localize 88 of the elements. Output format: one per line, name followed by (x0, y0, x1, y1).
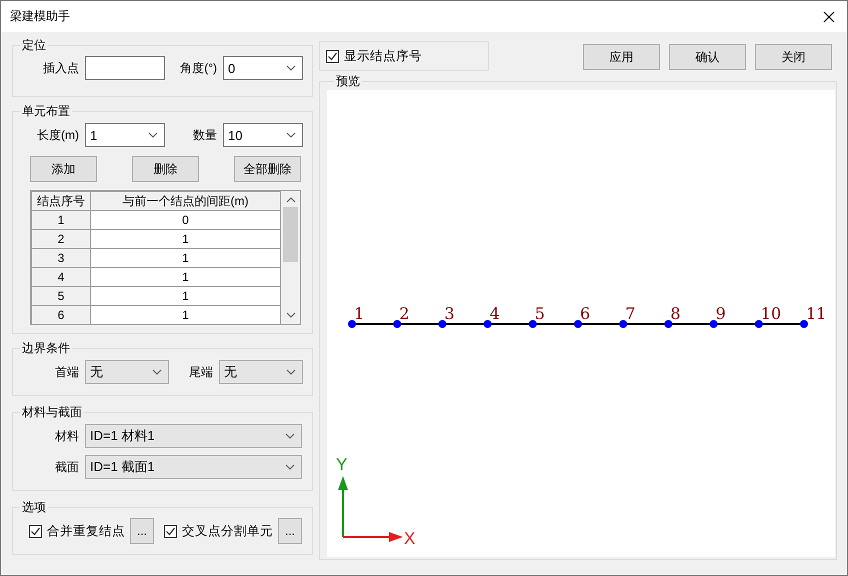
node-point (528, 320, 537, 328)
group-title: 选项 (21, 500, 47, 514)
scroll-down-icon[interactable] (286, 312, 296, 318)
field-label: 材料 (54, 428, 80, 444)
field-label: 首端 (54, 364, 80, 380)
chevron-icon (285, 433, 295, 439)
material-dropdown[interactable]: ID=1 材料1 (85, 424, 302, 448)
insert-point-field[interactable] (85, 56, 165, 80)
length-dropdown[interactable]: 1 (85, 123, 165, 147)
checkbox[interactable] (326, 50, 339, 62)
row-header: 4 (32, 268, 90, 286)
x-axis-label: X (404, 529, 416, 548)
start-dropdown[interactable]: 无 (85, 360, 169, 384)
row-header: 1 (32, 210, 90, 230)
node-number: 9 (716, 304, 726, 323)
node-point (484, 320, 492, 328)
dialog-button[interactable]: 应用 (583, 44, 660, 70)
node-point (393, 320, 402, 328)
node-point (664, 320, 672, 328)
node-point (754, 320, 763, 328)
close-icon[interactable] (823, 10, 835, 22)
node-number: 1 (354, 304, 364, 323)
field-label: 尾端 (188, 364, 214, 380)
chevron-icon (286, 369, 296, 375)
row-header: 6 (32, 306, 90, 324)
field-label: 截面 (54, 458, 80, 476)
node-number: 2 (399, 304, 410, 323)
action-button[interactable]: 删除 (132, 156, 199, 182)
node-point (800, 320, 808, 328)
table-cell: 1 (90, 306, 280, 324)
node-number: 6 (580, 304, 590, 323)
node-point (348, 320, 356, 328)
chevron-icon (285, 464, 295, 470)
angle-dropdown[interactable]: 0 (223, 56, 303, 80)
checkbox[interactable] (29, 524, 42, 538)
checkbox-label: 交叉点分割单元 (182, 522, 273, 540)
chevron-icon (286, 65, 296, 71)
more-button[interactable]: ... (278, 518, 302, 544)
checkbox-label: 合并重复结点 (47, 522, 125, 540)
field-label: 角度(°) (179, 60, 218, 76)
table-cell: 1 (90, 248, 280, 268)
scrollbar[interactable] (281, 191, 300, 324)
table-cell: 1 (90, 268, 280, 286)
row-header: 2 (32, 230, 90, 248)
checkbox[interactable] (164, 524, 177, 538)
field-label: 插入点 (42, 60, 80, 76)
action-button[interactable]: 全部删除 (234, 156, 301, 182)
node-number: 10 (760, 304, 782, 323)
row-header: 3 (32, 248, 90, 268)
chevron-icon (152, 369, 162, 375)
group-title: 材料与截面 (21, 405, 83, 419)
table-cell: 0 (90, 210, 280, 230)
checkbox-label: 显示结点序号 (344, 48, 422, 64)
node-number: 11 (806, 304, 826, 323)
column-header: 与前一个结点的间距(m) (90, 192, 280, 210)
more-button[interactable]: ... (130, 518, 154, 544)
node-point (710, 320, 718, 328)
field-label: 数量 (192, 126, 218, 144)
count-dropdown[interactable]: 10 (223, 123, 303, 147)
group-title: 预览 (335, 74, 361, 88)
x-axis-arrow (343, 532, 403, 542)
chevron-icon (286, 132, 296, 138)
dialog-button[interactable]: 确认 (669, 44, 746, 70)
table-cell: 1 (90, 230, 280, 248)
y-axis-arrow (338, 476, 348, 537)
dialog-button[interactable]: 关闭 (755, 44, 832, 70)
column-header: 结点序号 (32, 192, 90, 210)
row-header: 5 (32, 286, 90, 306)
node-point (619, 320, 628, 328)
node-point (574, 320, 582, 328)
node-number: 7 (625, 304, 636, 323)
group-title: 定位 (21, 38, 47, 52)
node-number: 5 (534, 304, 545, 323)
field-label: 长度(m) (36, 126, 80, 144)
action-button[interactable]: 添加 (30, 156, 97, 182)
section-dropdown[interactable]: ID=1 截面1 (85, 455, 302, 479)
table-cell: 1 (90, 286, 280, 306)
scroll-up-icon[interactable] (286, 197, 296, 203)
end-dropdown[interactable]: 无 (219, 360, 303, 384)
group-title: 单元布置 (21, 104, 71, 118)
window-title: 梁建模助手 (10, 8, 70, 25)
group-title: 边界条件 (21, 341, 71, 355)
y-axis-label: Y (336, 455, 348, 474)
chevron-icon (148, 132, 158, 138)
node-number: 3 (444, 304, 455, 323)
node-point (438, 320, 446, 328)
node-number: 8 (670, 304, 681, 323)
node-number: 4 (490, 304, 500, 323)
